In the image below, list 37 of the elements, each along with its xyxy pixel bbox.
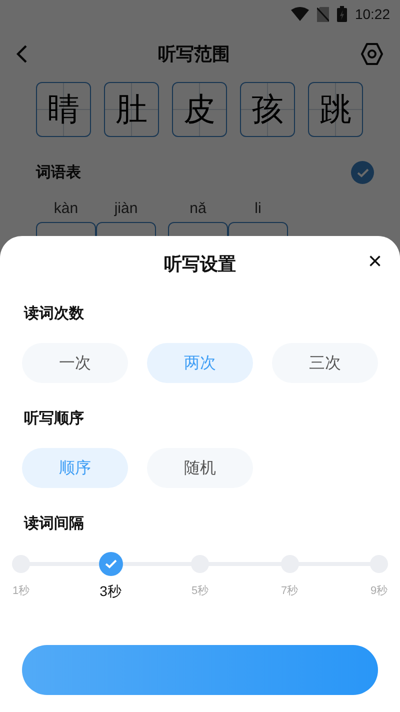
step-label: 1秒 — [12, 584, 30, 598]
pinyin-text: nǎ — [190, 200, 206, 217]
character-card[interactable]: 肚 — [104, 82, 159, 137]
option-pill[interactable]: 随机 — [147, 448, 253, 488]
character-card[interactable]: 皮 — [172, 82, 227, 137]
option-pill[interactable]: 一次 — [22, 343, 128, 383]
pinyin-text: kàn — [54, 200, 78, 217]
settings-icon[interactable] — [360, 42, 384, 66]
back-icon[interactable] — [16, 45, 28, 63]
character-card[interactable]: 跳 — [308, 82, 363, 137]
no-sim-icon — [316, 6, 329, 22]
step-label: 7秒 — [280, 584, 298, 598]
section-label: 读词间隔 — [22, 514, 85, 533]
wifi-icon — [290, 7, 309, 21]
option-pill[interactable]: 三次 — [272, 343, 378, 383]
check-icon — [104, 559, 116, 569]
option-pill[interactable]: 顺序 — [22, 448, 128, 488]
step-label: 9秒 — [370, 584, 388, 598]
close-button[interactable]: × — [368, 250, 382, 274]
step-label: 5秒 — [191, 584, 209, 598]
check-icon — [356, 168, 368, 178]
page-title: 听写范围 — [158, 43, 230, 66]
battery-icon — [336, 6, 347, 22]
sheet-title: 听写设置 — [164, 253, 236, 276]
checkbox[interactable] — [351, 161, 374, 184]
option-pill[interactable]: 两次 — [147, 343, 253, 383]
pinyin-text: jiàn — [114, 200, 138, 217]
character-card[interactable]: 孩 — [240, 82, 295, 137]
pinyin-text: li — [254, 200, 262, 217]
section-label: 词语表 — [36, 163, 81, 182]
selected-step-dot[interactable] — [98, 552, 122, 576]
clock-time: 10:22 — [354, 6, 390, 22]
step-label: 3秒 — [100, 583, 122, 601]
confirm-button[interactable] — [22, 645, 378, 695]
section-label: 读词次数 — [22, 304, 85, 323]
character-card[interactable]: 睛 — [36, 82, 91, 137]
section-label: 听写顺序 — [23, 409, 85, 428]
